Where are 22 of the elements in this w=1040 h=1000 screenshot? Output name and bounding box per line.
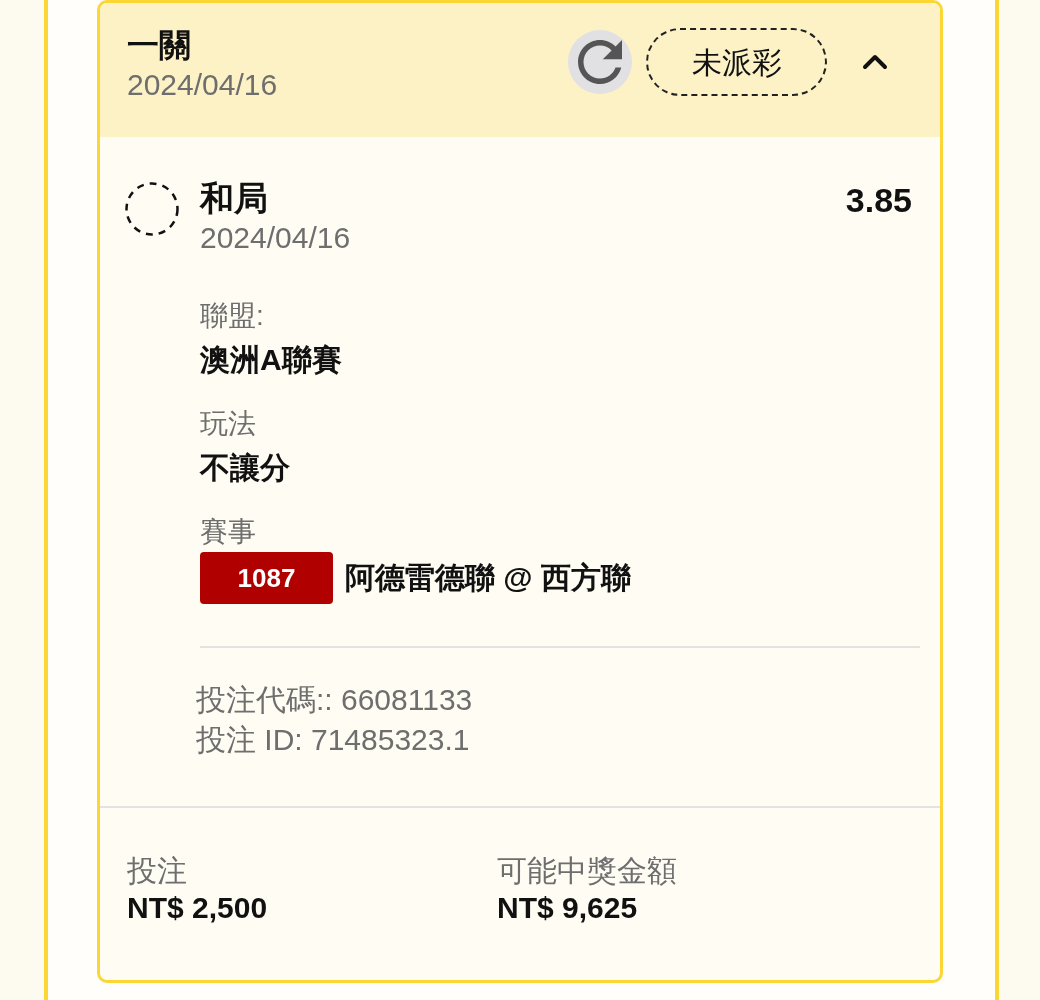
summary-amount: NT$ 9,625 — [497, 890, 638, 926]
match-number-badge: 1087 — [200, 552, 333, 604]
dashed-circle-icon — [125, 182, 179, 236]
bet-date: 2024/04/16 — [127, 67, 278, 103]
summary-amount: NT$ 2,500 — [127, 890, 268, 926]
selection-name: 和局 — [200, 178, 268, 219]
bet-type-title: 一關 — [127, 26, 191, 65]
summary-label: 可能中獎金額 — [497, 853, 677, 889]
detail-value: 澳洲A聯賽 — [200, 342, 342, 378]
bet-reference: 投注 ID: 71485323.1 — [196, 722, 470, 758]
odds-value: 3.85 — [845, 180, 912, 221]
status-badge: 未派彩 — [646, 28, 827, 96]
bet-reference: 投注代碼:: 66081133 — [196, 682, 473, 718]
chevron-up-icon — [862, 54, 888, 70]
detail-label: 聯盟: — [200, 299, 264, 333]
match-name: 阿德雷德聯 @ 西方聯 — [345, 560, 631, 596]
selection-date: 2024/04/16 — [200, 220, 351, 256]
refresh-icon — [578, 40, 622, 84]
detail-label: 賽事 — [200, 515, 256, 549]
summary-label: 投注 — [127, 853, 187, 889]
detail-label: 玩法 — [200, 407, 256, 441]
detail-value: 不讓分 — [200, 450, 290, 486]
